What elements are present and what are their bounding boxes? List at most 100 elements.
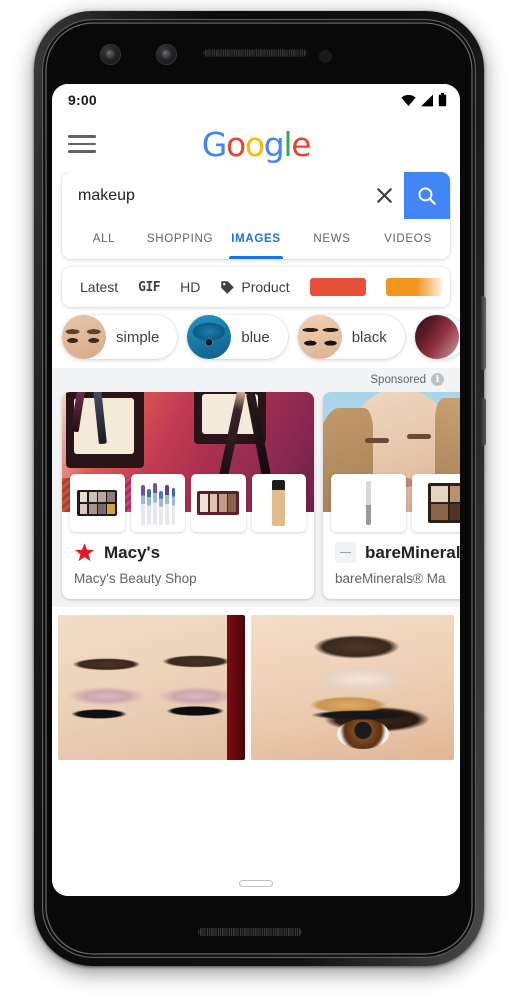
cellular-signal-icon bbox=[421, 94, 433, 106]
front-camera-wide-icon bbox=[100, 44, 121, 65]
search-row bbox=[62, 172, 450, 219]
image-result-closed-eyes[interactable] bbox=[58, 615, 245, 760]
tab-shopping[interactable]: SHOPPING bbox=[142, 219, 218, 259]
tab-videos[interactable]: VIDEOS bbox=[370, 219, 446, 259]
ad-thumb-bronzer-quad[interactable] bbox=[411, 474, 460, 532]
status-bar-icons bbox=[401, 93, 447, 107]
image-result-2-lashes bbox=[291, 707, 431, 723]
ad-thumb-brush-set[interactable] bbox=[130, 474, 185, 532]
filter-product-label: Product bbox=[241, 279, 290, 295]
tab-images[interactable]: IMAGES bbox=[218, 219, 294, 259]
clear-search-button[interactable] bbox=[364, 172, 404, 219]
suggestion-chip-simple[interactable]: simple bbox=[62, 315, 178, 359]
ad-thumb-foundation-bottle[interactable] bbox=[251, 474, 306, 532]
suggestion-thumb-blue bbox=[187, 315, 232, 359]
image-result-smokey-eye[interactable] bbox=[251, 615, 454, 760]
suggestion-chip-partial[interactable] bbox=[414, 315, 460, 359]
hamburger-line bbox=[68, 142, 96, 146]
ad-brand-name-macys: Macy's bbox=[104, 542, 161, 562]
macys-star-icon bbox=[74, 543, 95, 562]
hamburger-menu-icon[interactable] bbox=[68, 135, 96, 153]
filter-color-orange[interactable] bbox=[385, 278, 442, 296]
ad-card-macys[interactable]: Macy's Macy's Beauty Shop bbox=[62, 392, 314, 599]
filter-hd[interactable]: HD bbox=[180, 279, 200, 295]
suggestion-thumb-black bbox=[297, 315, 342, 359]
ad-meta-bareminerals: bareMinerals bareMinerals® Ma bbox=[323, 532, 460, 599]
ad-thumb-eyeshadow-palette[interactable] bbox=[70, 474, 125, 532]
filter-product[interactable]: Product bbox=[220, 279, 290, 295]
search-submit-button[interactable] bbox=[404, 172, 450, 219]
battery-icon bbox=[438, 93, 447, 107]
earpiece-speaker-grille bbox=[203, 49, 307, 57]
tab-all[interactable]: ALL bbox=[66, 219, 142, 259]
logo-letter-g2: g bbox=[263, 124, 285, 164]
search-tab-bar: ALL SHOPPING IMAGES NEWS VIDEOS bbox=[62, 219, 450, 259]
logo-letter-o2: o bbox=[244, 124, 265, 164]
ad-thumbnail-strip-bareminerals bbox=[323, 474, 460, 532]
model-brow-right bbox=[407, 434, 431, 439]
ad-subtitle-bareminerals: bareMinerals® Ma bbox=[335, 571, 446, 586]
image-results-grid bbox=[52, 607, 460, 760]
front-camera-tele-icon bbox=[156, 44, 177, 65]
google-logo: Google bbox=[52, 125, 460, 164]
tab-news[interactable]: NEWS bbox=[294, 219, 370, 259]
top-sensor-area bbox=[52, 30, 466, 84]
image-result-1-red-edge bbox=[227, 615, 245, 760]
image-result-1-lashes-right bbox=[162, 703, 236, 719]
search-card: ALL SHOPPING IMAGES NEWS VIDEOS bbox=[62, 172, 450, 259]
ad-card-bareminerals[interactable]: bareMinerals bareMinerals® Ma bbox=[323, 392, 460, 599]
foundation-bottle bbox=[272, 480, 286, 526]
info-icon[interactable]: i bbox=[431, 373, 444, 386]
search-magnifier-icon bbox=[418, 187, 436, 205]
suggestion-thumb-lipstick bbox=[414, 315, 459, 359]
status-time: 9:00 bbox=[68, 92, 97, 108]
suggestion-chip-blue[interactable]: blue bbox=[187, 315, 288, 359]
ad-thumb-mascara-wand[interactable] bbox=[331, 474, 406, 532]
suggestion-label-simple: simple bbox=[116, 328, 160, 346]
suggestion-label-blue: blue bbox=[241, 328, 270, 346]
ad-thumb-neutral-palette[interactable] bbox=[191, 474, 246, 532]
suggestion-chip-black[interactable]: black bbox=[297, 315, 405, 359]
ad-thumbnail-strip-macys bbox=[62, 474, 314, 532]
status-bar: 9:00 bbox=[52, 84, 460, 116]
hamburger-line bbox=[68, 150, 96, 153]
palette-grid bbox=[77, 490, 118, 516]
close-x-icon bbox=[376, 188, 392, 203]
brush-row bbox=[140, 481, 175, 525]
suggestion-chip-row: simple blue black bbox=[52, 307, 460, 368]
bottom-speaker-grille bbox=[198, 928, 302, 936]
results-area: Sponsored i Macy's Macy's Beauty Shop ba… bbox=[52, 368, 460, 760]
bareminerals-dash-icon bbox=[335, 542, 356, 563]
filter-color-red[interactable] bbox=[309, 278, 366, 296]
ad-meta-macys: Macy's Macy's Beauty Shop bbox=[62, 532, 314, 599]
volume-button[interactable] bbox=[481, 398, 486, 446]
ad-brand-name-bareminerals: bareMinerals bbox=[365, 542, 460, 562]
filter-gif[interactable]: GIF bbox=[138, 280, 160, 295]
ad-brand-row-bareminerals: bareMinerals bbox=[335, 542, 460, 563]
neutral-palette bbox=[197, 491, 240, 515]
tag-icon bbox=[221, 280, 235, 294]
logo-letter-l: l bbox=[283, 124, 292, 164]
sponsored-row: Sponsored i bbox=[52, 370, 460, 392]
logo-letter-g1: G bbox=[201, 124, 228, 164]
model-brow-left bbox=[365, 438, 389, 443]
proximity-sensor bbox=[319, 50, 332, 63]
mascara-wand bbox=[365, 481, 371, 525]
suggestion-thumb-simple bbox=[62, 315, 106, 359]
image-result-1-lashes-left bbox=[62, 707, 136, 721]
image-result-2-iris bbox=[337, 719, 389, 749]
sponsored-ad-carousel[interactable]: Macy's Macy's Beauty Shop bareMinerals b… bbox=[52, 392, 460, 607]
wifi-icon bbox=[401, 94, 416, 106]
logo-letter-o1: o bbox=[225, 124, 246, 164]
filter-latest[interactable]: Latest bbox=[80, 279, 118, 295]
search-input[interactable] bbox=[62, 186, 364, 205]
sponsored-label: Sponsored bbox=[370, 373, 426, 386]
app-header: Google bbox=[52, 116, 460, 172]
hamburger-line bbox=[68, 135, 96, 138]
logo-letter-e: e bbox=[291, 124, 311, 164]
home-gesture-pill[interactable] bbox=[239, 880, 273, 887]
power-button[interactable] bbox=[481, 296, 486, 370]
ad-subtitle-macys: Macy's Beauty Shop bbox=[74, 571, 197, 586]
phone-screen: 9:00 Google makeup ALL SHOPPING IMAGES N… bbox=[52, 84, 460, 896]
bronzer-quad bbox=[428, 483, 460, 523]
